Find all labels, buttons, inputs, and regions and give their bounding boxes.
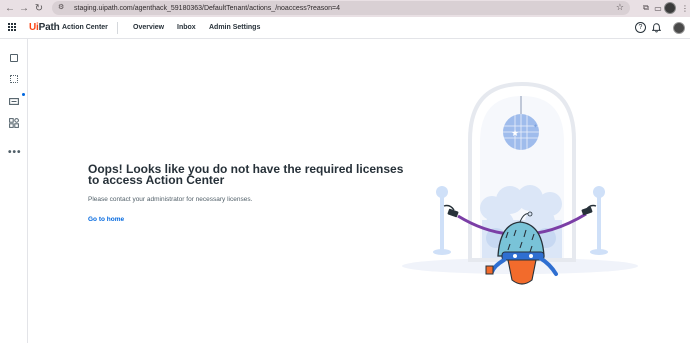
browser-toolbar: ← → ↻ ⚙ staging.uipath.com/agenthack_591…	[0, 0, 690, 17]
sidepanel-icon[interactable]: ▭	[652, 2, 664, 14]
app-header: UiPath Action Center Overview Inbox Admi…	[0, 17, 690, 39]
logo-ui: Ui	[29, 22, 39, 33]
address-bar[interactable]: ⚙ staging.uipath.com/agenthack_59180363/…	[52, 1, 630, 15]
help-icon[interactable]: ?	[635, 22, 646, 33]
forward-icon[interactable]: →	[18, 1, 30, 15]
left-rail: •••	[0, 39, 28, 343]
notification-dot	[22, 93, 25, 96]
back-icon[interactable]: ←	[4, 1, 16, 15]
bell-icon[interactable]	[651, 22, 662, 33]
reload-icon[interactable]: ↻	[33, 1, 45, 15]
user-avatar[interactable]	[673, 22, 685, 34]
queue-icon[interactable]	[8, 95, 20, 107]
error-headline: Oops! Looks like you do not have the req…	[88, 162, 404, 187]
url-text: staging.uipath.com/agenthack_59180363/De…	[74, 4, 340, 12]
svg-text:✦: ✦	[533, 123, 538, 130]
site-info-icon[interactable]: ⚙	[58, 4, 68, 12]
nav-overview[interactable]: Overview	[133, 24, 164, 31]
browser-menu-icon[interactable]: ⋮	[679, 2, 690, 14]
svg-text:★: ★	[511, 129, 519, 139]
nav-admin-settings[interactable]: Admin Settings	[209, 24, 260, 31]
integrations-icon[interactable]	[8, 117, 20, 129]
nav-inbox[interactable]: Inbox	[177, 24, 196, 31]
extensions-icon[interactable]: ⧉	[640, 2, 652, 14]
header-divider	[117, 22, 118, 34]
tasks-icon[interactable]	[8, 52, 20, 64]
bookmark-star-icon[interactable]: ☆	[616, 2, 624, 13]
app-launcher-icon[interactable]	[8, 23, 17, 32]
no-access-illustration: ★ ✦	[400, 80, 640, 300]
uipath-logo[interactable]: UiPath	[29, 22, 60, 33]
processes-icon[interactable]	[8, 73, 20, 85]
logo-path: Path	[38, 22, 60, 33]
browser-profile-avatar[interactable]	[664, 2, 676, 14]
error-subtext: Please contact your administrator for ne…	[88, 196, 253, 203]
product-name: Action Center	[62, 24, 108, 31]
more-options-icon[interactable]: •••	[8, 147, 22, 158]
go-to-home-link[interactable]: Go to home	[88, 216, 124, 223]
